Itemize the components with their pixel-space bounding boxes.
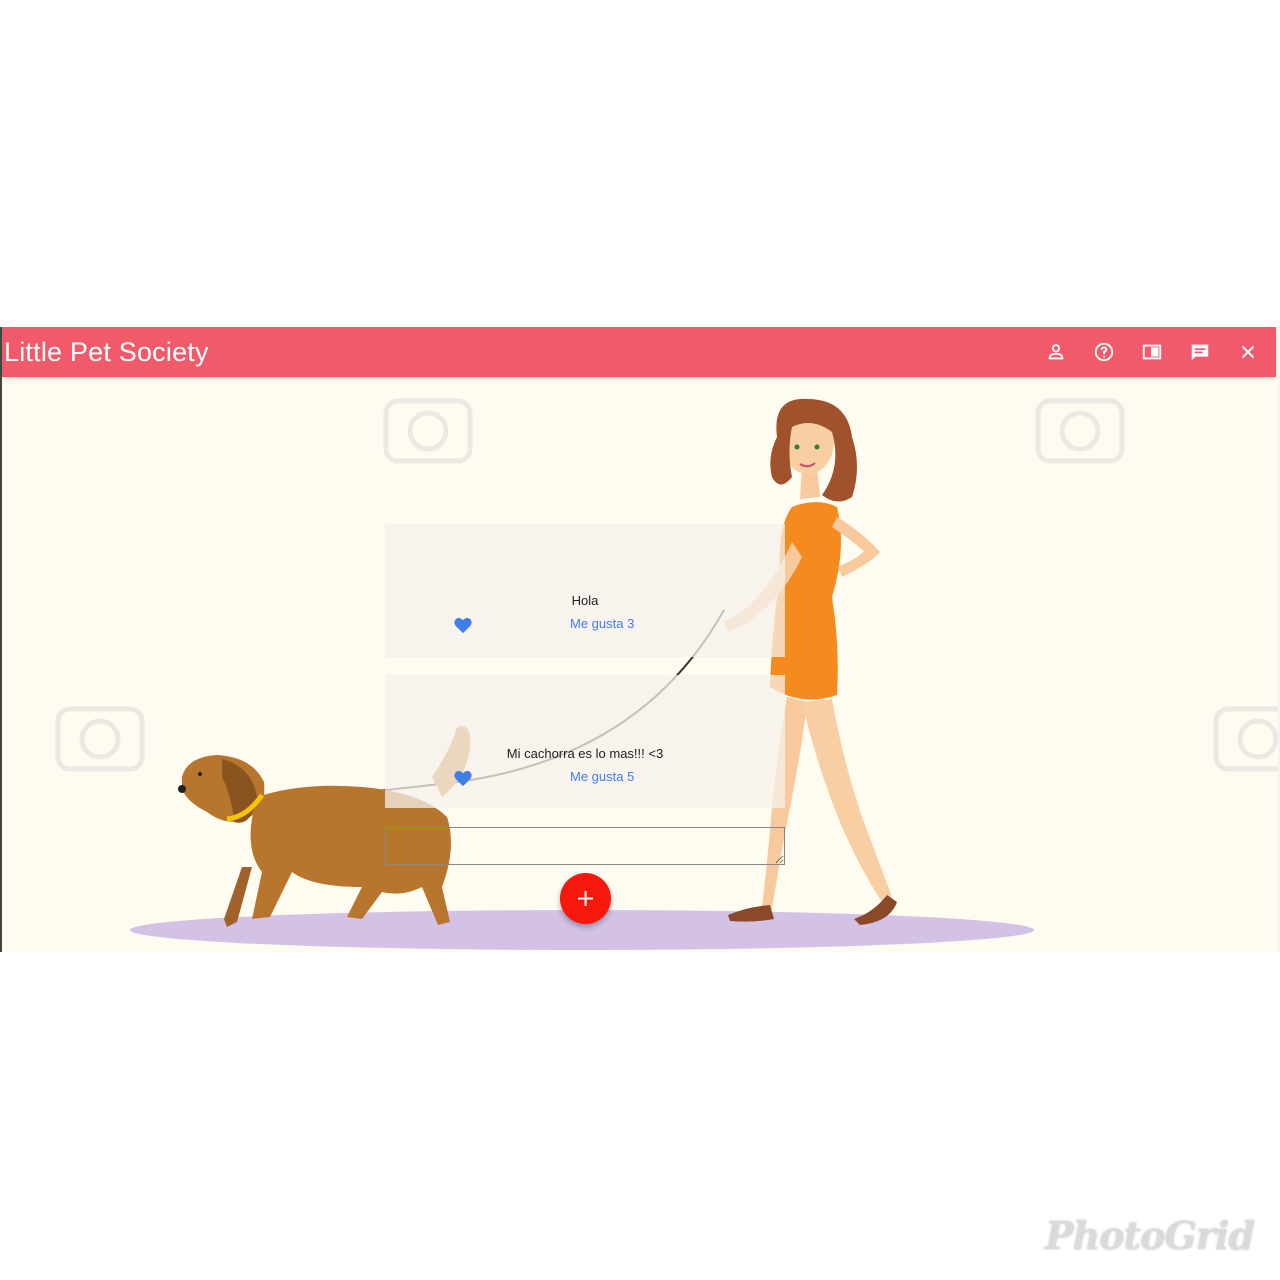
post-composer-input[interactable] — [385, 827, 785, 865]
app-header: Little Pet Society — [2, 327, 1276, 377]
dog-eye — [198, 772, 202, 776]
add-post-button[interactable]: + — [560, 873, 611, 924]
camera-watermark-icon — [383, 398, 473, 464]
close-icon — [1241, 345, 1255, 359]
post-card: Mi cachorra es lo mas!!! <3 Me gusta 5 — [385, 675, 785, 808]
woman-front-leg — [802, 699, 892, 902]
help-icon — [1094, 342, 1114, 362]
heart-icon[interactable] — [453, 769, 473, 787]
camera-watermark-icon — [55, 706, 145, 772]
help-button[interactable] — [1080, 328, 1128, 376]
dog-nose — [178, 785, 186, 793]
app-window: Little Pet Society Hola Me gusta 3 Mi ca… — [0, 327, 1280, 952]
camera-watermark-icon — [1213, 706, 1280, 772]
woman-back-shoe — [728, 905, 774, 922]
close-button[interactable] — [1224, 328, 1272, 376]
photogrid-watermark: PhotoGrid — [1045, 1213, 1255, 1258]
woman-eye-left — [794, 444, 800, 450]
side-panel-button[interactable] — [1128, 328, 1176, 376]
app-title: Little Pet Society — [4, 336, 209, 367]
post-text: Mi cachorra es lo mas!!! <3 — [506, 746, 664, 761]
account-button[interactable] — [1032, 328, 1080, 376]
header-actions — [1032, 328, 1276, 376]
side-panel-icon — [1142, 344, 1162, 360]
screenshot-canvas: Little Pet Society Hola Me gusta 3 Mi ca… — [0, 0, 1280, 1280]
post-card: Hola Me gusta 3 — [385, 524, 785, 657]
chat-button[interactable] — [1176, 328, 1224, 376]
account-icon — [1048, 344, 1064, 360]
heart-icon[interactable] — [453, 616, 473, 634]
chat-icon — [1191, 344, 1209, 361]
camera-watermark-icon — [1035, 398, 1125, 464]
like-count-link[interactable]: Me gusta 5 — [570, 769, 634, 784]
post-text: Hola — [571, 593, 599, 608]
woman-eye-right — [814, 444, 820, 450]
like-count-link[interactable]: Me gusta 3 — [570, 616, 634, 631]
